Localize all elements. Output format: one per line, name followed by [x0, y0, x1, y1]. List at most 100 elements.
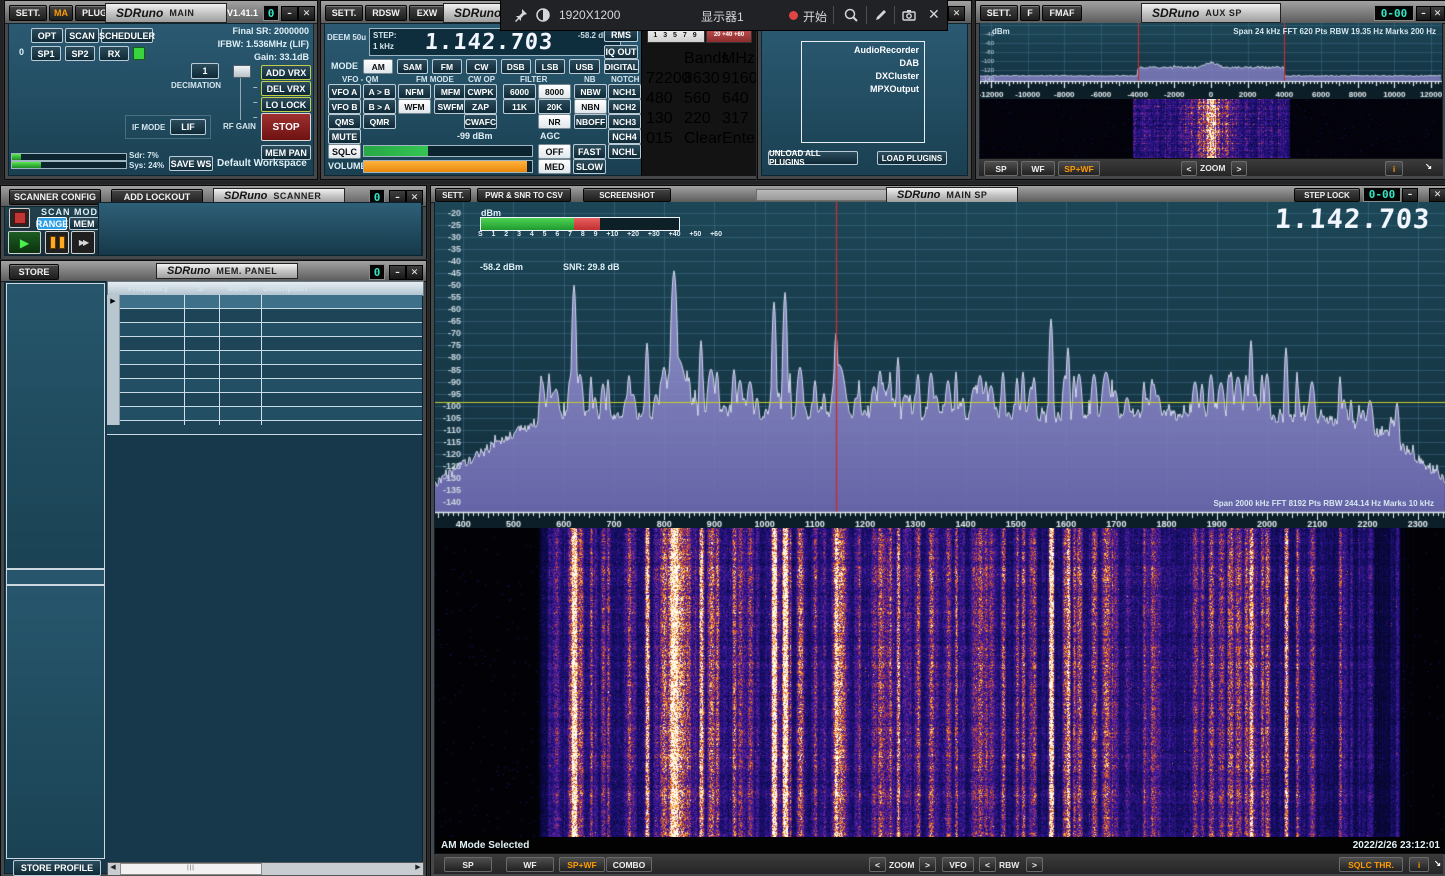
rx-nr[interactable]: NR	[538, 114, 571, 129]
key-bands[interactable]: Bands	[684, 50, 720, 68]
key-17[interactable]: 317	[722, 110, 758, 128]
table-row[interactable]	[107, 393, 422, 407]
key-40[interactable]: 640	[722, 90, 758, 108]
rx-vfo-b[interactable]: VFO B	[328, 99, 361, 114]
key-30[interactable]: 130	[646, 110, 682, 128]
band-led-key[interactable]	[646, 50, 682, 68]
agc-slow-button[interactable]: SLOW	[573, 159, 606, 174]
rx-wfm[interactable]: WFM	[398, 99, 431, 114]
mode-usb[interactable]: USB	[569, 59, 599, 74]
rf-gain-slider-track[interactable]	[240, 78, 241, 120]
rx-vfo-a[interactable]: VFO A	[328, 84, 361, 99]
mode-fm[interactable]: FM	[432, 59, 462, 74]
rx-nbw[interactable]: NBW	[574, 84, 607, 99]
capture-close-button[interactable]: ✕	[928, 6, 940, 23]
nchl-button[interactable]: NCHL	[608, 144, 641, 159]
scanner-stop-button[interactable]	[9, 208, 30, 228]
main-settings-button[interactable]: SETT.	[9, 5, 47, 21]
table-row[interactable]	[107, 351, 422, 365]
rx-swfm[interactable]: SWFM	[434, 99, 467, 114]
rdsw-button[interactable]: RDSW	[365, 5, 407, 21]
column-header-s[interactable]: S	[198, 284, 203, 293]
table-row[interactable]	[107, 365, 422, 379]
table-row[interactable]	[107, 323, 422, 337]
scan-play-button[interactable]: ▶	[8, 231, 41, 254]
scan-pause-button[interactable]	[45, 231, 69, 254]
decimation-value[interactable]: 1	[191, 63, 219, 79]
key-2200[interactable]: 72200	[646, 70, 682, 88]
mem-bank-row[interactable]	[6, 569, 105, 585]
scroll-thumb[interactable]: |||	[120, 863, 262, 875]
table-row[interactable]	[107, 309, 422, 323]
if-mode-value-button[interactable]: LIF	[170, 119, 206, 135]
unload-all-plugins-button[interactable]: UNLOAD ALL PLUGINS	[768, 151, 858, 165]
aux-close-button[interactable]: ✕	[1430, 6, 1445, 21]
aux-minimize-button[interactable]: –	[1416, 6, 1431, 21]
key-80[interactable]: 480	[646, 90, 682, 108]
rbw-down-button[interactable]: <	[979, 857, 996, 872]
scroll-right-arrow[interactable]: ▶	[413, 863, 423, 873]
main-minimize-button[interactable]: –	[281, 6, 298, 21]
screenshot-button[interactable]: SCREENSHOT	[583, 188, 671, 202]
vfo-button[interactable]: VFO	[942, 857, 974, 872]
scan-button[interactable]: SCAN	[65, 28, 99, 43]
aux-sp-wf-button[interactable]: SP+WF	[1058, 161, 1100, 176]
aux-f-button[interactable]: F	[1020, 5, 1040, 21]
mode-digital[interactable]: DIGITAL	[604, 59, 639, 74]
sp2-button[interactable]: SP2	[65, 46, 95, 61]
column-header-description[interactable]: Description	[263, 284, 307, 293]
rx-nch1[interactable]: NCH1	[608, 84, 641, 99]
rx-b-a[interactable]: B > A	[363, 99, 396, 114]
aux-wf-button[interactable]: WF	[1021, 161, 1055, 176]
main-waterfall-canvas[interactable]	[435, 528, 1445, 837]
plugin-dxcluster[interactable]: DXCluster	[802, 70, 924, 83]
rx-cwpk[interactable]: CWPK	[464, 84, 497, 99]
plugin-mpxoutput[interactable]: MPXOutput	[802, 83, 924, 96]
sp-info-button[interactable]: i	[1409, 857, 1429, 872]
nch4-button[interactable]: NCH4	[608, 129, 641, 144]
key-60[interactable]: 560	[684, 90, 720, 108]
step-lock-button[interactable]: STEP LOCK	[1294, 188, 1360, 202]
rx-nch2[interactable]: NCH2	[608, 99, 641, 114]
agc-med-button[interactable]: MED	[538, 159, 571, 174]
sp-wf-button[interactable]: WF	[506, 857, 554, 872]
rx-nfm[interactable]: NFM	[398, 84, 431, 99]
rx-6000[interactable]: 6000	[503, 84, 536, 99]
volume-slider[interactable]	[363, 160, 533, 173]
magnifier-icon[interactable]	[843, 7, 859, 23]
rf-gain-slider-thumb[interactable]	[233, 65, 251, 78]
rx-nbn[interactable]: NBN	[574, 99, 607, 114]
sp-settings-button[interactable]: SETT.	[435, 188, 471, 202]
rx-11k[interactable]: 11K	[503, 99, 536, 114]
sp-zoom-out-button[interactable]: <	[869, 857, 886, 872]
fmaf-button[interactable]: FMAF	[1042, 5, 1082, 21]
key-enter[interactable]: Enter	[722, 130, 758, 148]
mem-close-button[interactable]: ✕	[406, 265, 423, 280]
combo-button[interactable]: COMBO	[606, 857, 652, 872]
mem-bank-box-bottom[interactable]	[6, 585, 105, 859]
agc-fast-button[interactable]: FAST	[573, 144, 606, 159]
del-vrx-button[interactable]: DEL VRX	[261, 81, 311, 96]
plugin-audiorecorder[interactable]: AudioRecorder	[802, 44, 924, 57]
sqlc-threshold-button[interactable]: SQLC THR.	[1339, 857, 1403, 872]
column-header-mode[interactable]: Mode	[228, 284, 249, 293]
stop-button[interactable]: STOP	[261, 113, 311, 141]
plugins-close-button[interactable]: ✕	[948, 6, 965, 21]
mode-cw[interactable]: CW	[466, 59, 496, 74]
store-button[interactable]: STORE	[9, 264, 59, 280]
agc-off-button[interactable]: OFF	[538, 144, 571, 159]
key-15[interactable]: 015	[646, 130, 682, 148]
table-row[interactable]	[107, 421, 422, 435]
plugin-dab[interactable]: DAB	[802, 57, 924, 70]
contrast-icon[interactable]	[535, 7, 551, 23]
squelch-meter[interactable]	[363, 145, 533, 157]
scroll-left-arrow[interactable]: ◀	[108, 863, 118, 873]
rx-qmr[interactable]: QMR	[363, 114, 396, 129]
capture-start-button[interactable]: 开始	[803, 8, 827, 25]
store-profile-button[interactable]: STORE PROFILE	[13, 860, 101, 876]
mute-button[interactable]: MUTE	[328, 129, 361, 144]
scan-range-button[interactable]: RANGE	[37, 217, 67, 230]
rx-mfm[interactable]: MFM	[434, 84, 467, 99]
rx-nch3[interactable]: NCH3	[608, 114, 641, 129]
key-630[interactable]: 8630	[684, 70, 720, 88]
